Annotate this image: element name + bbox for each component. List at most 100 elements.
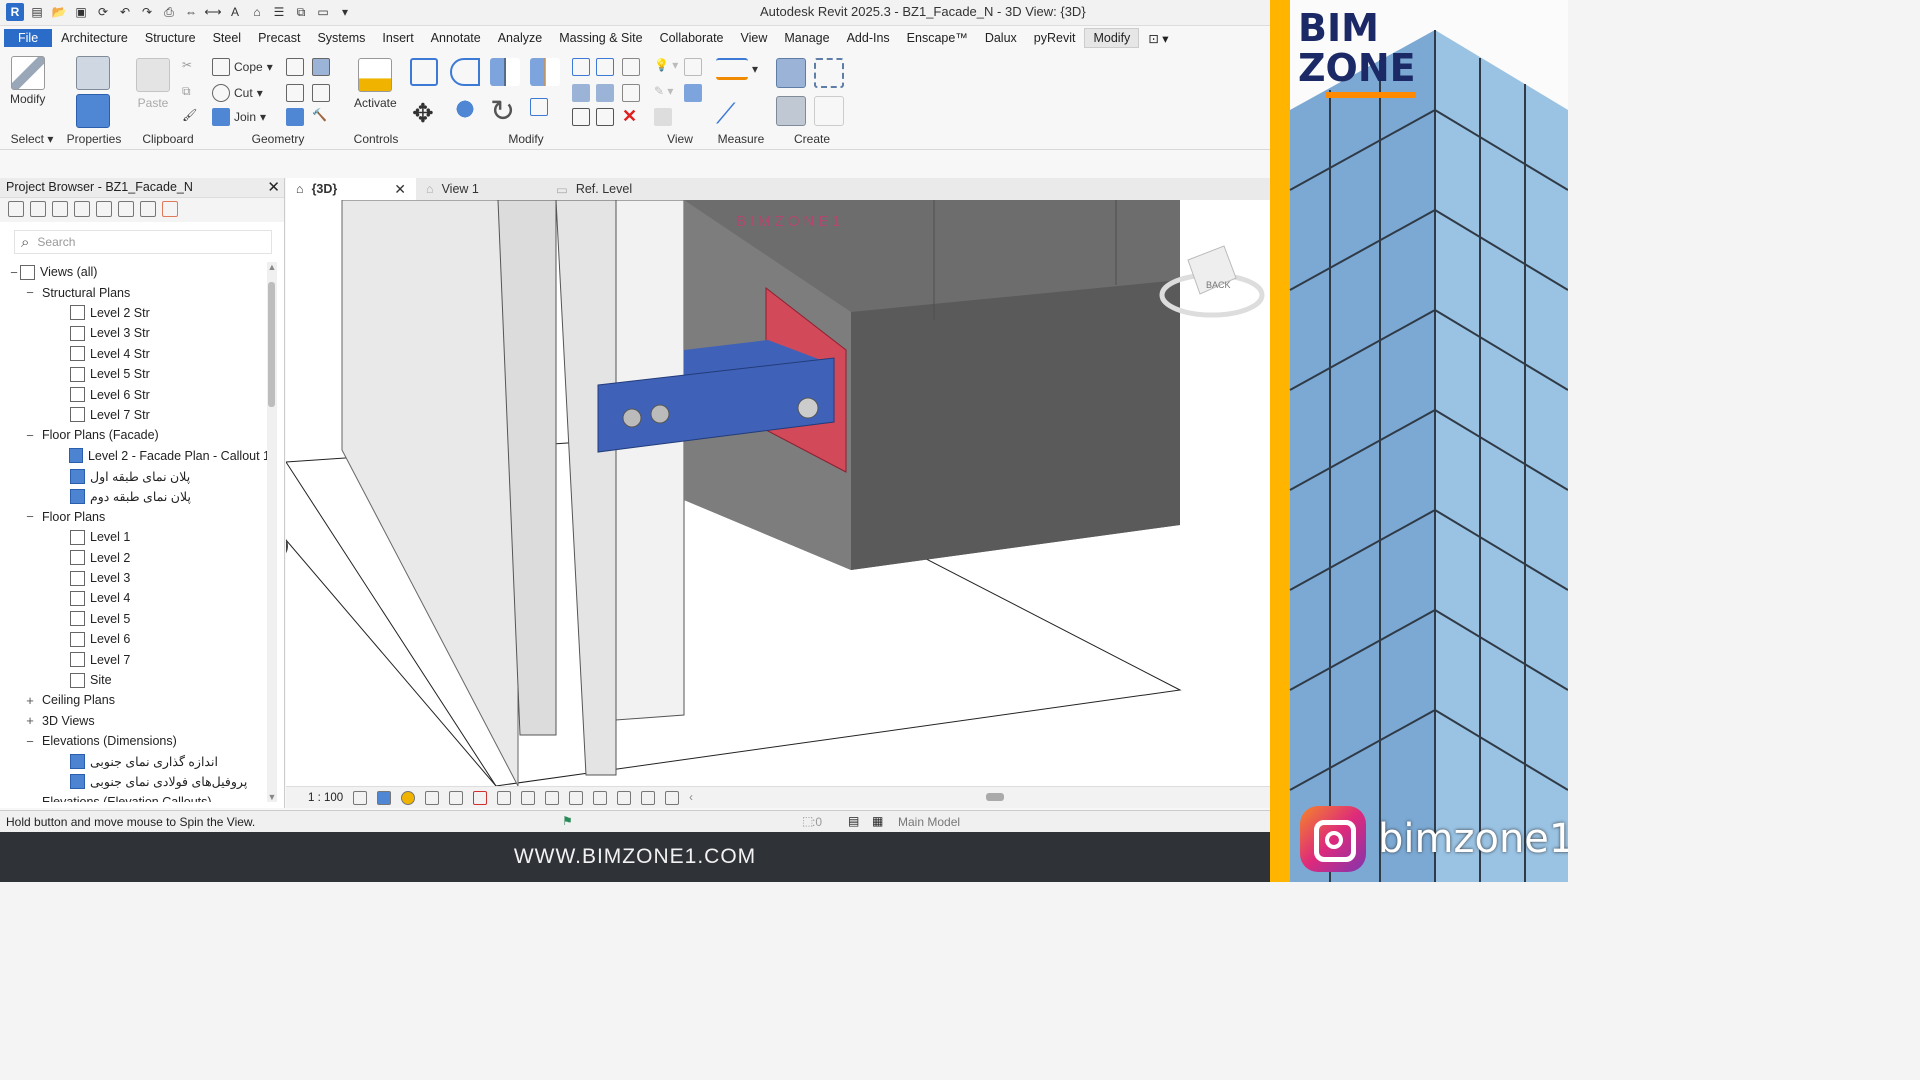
collapse-icon[interactable]: − <box>24 428 36 443</box>
browser-view-item[interactable]: Level 2 Str <box>0 303 270 323</box>
view-selection-icon[interactable] <box>654 108 672 126</box>
create-similar-icon[interactable] <box>814 96 844 126</box>
browser-search-field[interactable]: ⌕ Search <box>14 230 272 254</box>
browser-scroll-thumb[interactable] <box>268 282 275 407</box>
align-icon[interactable] <box>410 58 438 86</box>
properties-button[interactable] <box>76 94 110 128</box>
browser-view-item[interactable]: Level 4 Str <box>0 344 270 364</box>
browser-view-item[interactable]: Level 1 <box>0 527 270 547</box>
cut-clipboard-icon[interactable]: ✂ <box>182 58 192 72</box>
hammer-icon[interactable]: 🔨 <box>312 108 327 122</box>
tab-close-icon[interactable]: ✕ <box>394 181 406 198</box>
browser-group-item[interactable]: + Ceiling Plans <box>0 690 270 710</box>
switch-windows-icon[interactable]: ▭ <box>314 3 332 21</box>
browser-view-item[interactable]: پلان نمای طبقه اول <box>0 466 270 486</box>
tab-annotate[interactable]: Annotate <box>423 29 489 47</box>
browser-view-item[interactable]: Site <box>0 670 270 690</box>
unpin-icon[interactable] <box>622 58 640 76</box>
main-model-icon[interactable]: ▦ <box>872 814 883 828</box>
analytical-model-icon[interactable] <box>617 790 632 805</box>
browser-view-item[interactable]: Level 2 <box>0 547 270 567</box>
highlight-displacement-icon[interactable] <box>641 790 656 805</box>
browser-group-item[interactable]: − Structural Plans <box>0 282 270 302</box>
select-panel-label[interactable]: Select ▾ <box>4 132 60 146</box>
tab-3d-view[interactable]: ⌂ {3D} ✕ <box>286 178 416 200</box>
browser-view-item[interactable]: پروفیل‌های فولادی نمای جنوبی <box>0 772 270 792</box>
tab-architecture[interactable]: Architecture <box>53 29 136 47</box>
browser-group-item[interactable]: +3D Views <box>0 711 270 731</box>
filter-icon[interactable] <box>684 84 702 102</box>
expand-icon[interactable]: + <box>24 693 36 708</box>
mirror-draw-axis-icon[interactable] <box>530 58 560 86</box>
redo-icon[interactable]: ↷ <box>138 3 156 21</box>
dimension-tool-icon[interactable]: ⟋ <box>716 98 736 131</box>
browser-view-item[interactable]: Level 6 <box>0 629 270 649</box>
cut-geometry-button[interactable]: Cut ▾ <box>212 84 263 102</box>
paint-icon[interactable] <box>286 108 304 126</box>
measure-icon[interactable]: ⇔ <box>182 3 200 21</box>
move-icon[interactable]: ✥ <box>412 98 434 129</box>
scale-icon[interactable] <box>596 84 614 102</box>
scroll-down-icon[interactable]: ▼ <box>267 792 277 802</box>
collapse-icon[interactable]: − <box>8 265 20 280</box>
browser-view-item[interactable]: Level 7 <box>0 649 270 669</box>
thin-lines-icon[interactable]: ☰ <box>270 3 288 21</box>
tab-ref-level[interactable]: ▭ Ref. Level <box>546 178 676 200</box>
browser-group-item[interactable]: Elevations (Elevation Callouts) <box>0 792 270 802</box>
tab-pyrevit[interactable]: pyRevit <box>1026 29 1084 47</box>
home-icon[interactable]: ▤ <box>28 3 46 21</box>
cope-button[interactable]: Cope ▾ <box>212 58 273 76</box>
demolish-icon[interactable] <box>312 58 330 76</box>
scroll-up-icon[interactable]: ▲ <box>267 262 277 272</box>
design-options-icon[interactable]: ▤ <box>848 814 859 828</box>
tab-view-1[interactable]: ⌂ View 1 <box>416 178 546 200</box>
linework-view-icon[interactable]: ✎ ▾ <box>654 84 673 98</box>
browser-families-icon[interactable] <box>96 201 112 217</box>
ribbon-options-icon[interactable]: ⊡ ▾ <box>1140 29 1176 48</box>
browser-group-item[interactable]: − Floor Plans (Facade) <box>0 425 270 445</box>
browser-view-item[interactable]: اندازه گذاری نمای جنوبی <box>0 751 270 771</box>
browser-view-item[interactable]: Level 3 <box>0 568 270 588</box>
shadows-icon[interactable] <box>425 790 440 805</box>
temp-hide-icon[interactable] <box>545 790 560 805</box>
horizontal-scroll-thumb[interactable] <box>986 793 1004 801</box>
crop-view-icon[interactable] <box>473 790 488 805</box>
reveal-constraints-icon[interactable] <box>665 790 680 805</box>
view-scale[interactable]: 1 : 100 <box>308 792 343 804</box>
join-button[interactable]: Join ▾ <box>212 108 266 126</box>
tab-collaborate[interactable]: Collaborate <box>652 29 732 47</box>
tab-add-ins[interactable]: Add-Ins <box>839 29 898 47</box>
browser-view-item[interactable]: Level 6 Str <box>0 384 270 404</box>
browser-scrollbar[interactable]: ▲ ▼ <box>267 262 277 802</box>
browser-group-item[interactable]: − Views (all) <box>0 262 270 282</box>
browser-home-icon[interactable] <box>8 201 24 217</box>
visual-style-icon[interactable] <box>377 790 392 805</box>
tab-structure[interactable]: Structure <box>137 29 204 47</box>
3d-viewport[interactable]: BIMZONE1 BACK <box>286 200 1270 786</box>
browser-view-item[interactable]: Level 5 <box>0 609 270 629</box>
tab-manage[interactable]: Manage <box>776 29 837 47</box>
worksharing-icon[interactable] <box>593 790 608 805</box>
design-option-select[interactable]: Main Model <box>898 815 960 829</box>
browser-link-chain-icon[interactable] <box>162 201 178 217</box>
tab-file[interactable]: File <box>4 29 53 47</box>
close-icon[interactable]: ✕ <box>267 178 280 196</box>
reveal-hidden-icon[interactable] <box>569 790 584 805</box>
wall-joins-icon[interactable] <box>286 84 304 102</box>
delete-icon[interactable]: ✕ <box>622 106 637 127</box>
browser-group-item[interactable]: − Elevations (Dimensions) <box>0 731 270 751</box>
dimension-icon[interactable]: ⟷ <box>204 3 222 21</box>
browser-views-icon[interactable] <box>30 201 46 217</box>
text-icon[interactable]: A <box>226 3 244 21</box>
print-icon[interactable]: ⎙ <box>160 3 178 21</box>
tab-enscape[interactable]: Enscape™ <box>899 29 976 47</box>
render-icon[interactable] <box>449 790 464 805</box>
browser-group-item[interactable]: − Floor Plans <box>0 507 270 527</box>
revit-logo-icon[interactable]: R <box>6 3 24 21</box>
detail-level-icon[interactable] <box>353 790 368 805</box>
tab-view[interactable]: View <box>733 29 776 47</box>
expand-icon[interactable]: + <box>24 713 36 728</box>
browser-groups-icon[interactable] <box>118 201 134 217</box>
override-graphics-icon[interactable] <box>684 58 702 76</box>
workset-icon[interactable]: ⚑ <box>562 814 573 828</box>
